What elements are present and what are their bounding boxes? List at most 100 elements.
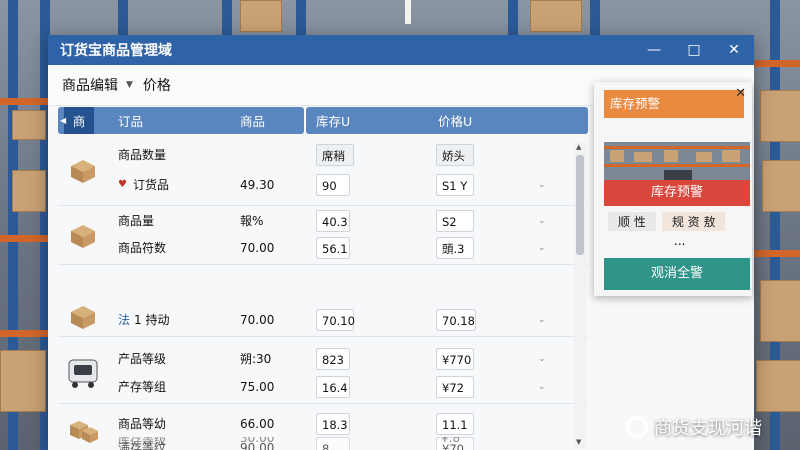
stock-alert-panel: 库存预警 ✕ 库存预警 顺 性 规 资 敖 ... 观消全警 (594, 82, 752, 296)
rack-beam (750, 60, 800, 67)
stock-table-header: 库存U 价格U (306, 107, 588, 134)
price-field[interactable]: ¥72 (436, 376, 474, 398)
stock-field[interactable]: 16.4 (316, 376, 350, 398)
crate (12, 110, 46, 140)
crate (530, 0, 582, 32)
alert-tags: 顺 性 规 资 敖 (608, 212, 726, 231)
crate (240, 0, 282, 32)
stock-field[interactable]: 18.3 (316, 413, 350, 435)
table-scrollbar[interactable]: ▲ ▼ (574, 143, 586, 448)
scroll-down-icon[interactable]: ▼ (576, 438, 581, 446)
ceiling-light (405, 0, 411, 24)
rack-beam (0, 235, 50, 242)
more-indicator: ... (674, 234, 686, 248)
product-value: 49.30 (240, 178, 275, 192)
watermark: 商货支现河谐 (626, 414, 762, 440)
row-divider (58, 205, 588, 206)
crate (762, 160, 800, 212)
crate (0, 350, 46, 412)
chevron-down-icon[interactable]: ⌄ (538, 243, 546, 253)
menu-product-edit[interactable]: 商品编辑 (62, 75, 118, 95)
box-icon (71, 225, 95, 248)
alert-tag[interactable]: 规 资 敖 (661, 212, 726, 231)
window-title: 订货宝商品管理域 (60, 43, 172, 59)
product-name: 商品等幼 (118, 417, 167, 431)
maximize-icon[interactable]: □ (674, 35, 714, 65)
col-header-order[interactable]: 订品 (118, 111, 143, 130)
view-all-alerts-button[interactable]: 观消全警 (604, 258, 750, 290)
col-header-stock[interactable]: 库存U (316, 111, 350, 130)
product-name: 商品数量 (118, 148, 167, 162)
crate (12, 170, 46, 212)
chevron-down-icon[interactable]: ⌄ (538, 315, 546, 325)
box-icon (71, 306, 95, 329)
faded-bottom-row: 库存等级 30.00 ¥.8 (58, 437, 578, 450)
chevron-down-icon[interactable]: ▼ (126, 80, 133, 90)
caret-left-icon[interactable]: ◀ (60, 116, 66, 125)
close-icon[interactable]: ✕ (714, 35, 754, 65)
product-value: 報% (240, 214, 264, 228)
price-field: ¥.8 (441, 437, 461, 445)
menu-price[interactable]: 价格 (143, 75, 171, 95)
stock-field[interactable]: 90 (316, 174, 350, 196)
chevron-down-icon[interactable]: ⌄ (538, 216, 546, 226)
alert-tag[interactable]: 顺 性 (608, 212, 656, 231)
col-header-product[interactable]: 商品 (240, 111, 265, 130)
product-value: 30.00 (240, 437, 275, 445)
product-name: 商品量 (118, 214, 155, 228)
warehouse-photo (604, 142, 750, 184)
panel-title: 库存预警 (604, 90, 744, 118)
chevron-down-icon[interactable]: ⌄ (538, 382, 546, 392)
crate (760, 90, 800, 142)
product-value: 70.00 (240, 241, 275, 255)
product-name: 订货品 (133, 178, 170, 192)
close-icon[interactable]: ✕ (735, 86, 746, 101)
scroll-up-icon[interactable]: ▲ (576, 143, 581, 151)
minimize-icon[interactable]: — (634, 35, 674, 65)
stock-field[interactable]: 70.10 (316, 309, 355, 331)
stock-field[interactable]: 席稍 (316, 144, 354, 166)
box-icon (71, 160, 95, 183)
row-divider (58, 264, 588, 265)
product-name: 商品符数 (118, 241, 167, 255)
rack-beam (750, 250, 800, 257)
price-field[interactable]: S1 Y (436, 174, 474, 196)
crate (756, 360, 800, 412)
product-grid: 商品数量 席稍 娇头 ♥ 订货品 49.30 90 S1 Y ⌄ 商品量 報% … (58, 138, 588, 450)
scrollbar-thumb[interactable] (576, 155, 584, 255)
product-value: 75.00 (240, 380, 275, 394)
product-prefix: 法 (118, 313, 131, 327)
stock-field[interactable]: 56.1 (316, 237, 350, 259)
watermark-text: 商货支现河谐 (654, 418, 762, 439)
product-name: 产品等级 (118, 352, 167, 366)
row-divider (58, 403, 588, 404)
product-name: 库存等级 (118, 437, 167, 447)
product-value: 66.00 (240, 417, 275, 431)
shield-icon: ♥ (118, 179, 127, 190)
price-field[interactable]: ¥770 (436, 348, 474, 370)
price-field[interactable]: S2 ↑ (436, 210, 474, 251)
product-name: 1 持动 (134, 313, 170, 327)
chevron-down-icon[interactable]: ⌄ (538, 180, 546, 190)
price-field[interactable]: 70.18 (436, 309, 476, 331)
watermark-logo-icon (626, 416, 648, 438)
price-field[interactable]: 娇头 (436, 144, 474, 166)
price-field[interactable]: 頭.3 (436, 237, 474, 259)
crate (760, 280, 800, 342)
product-value: 朔:30 (240, 352, 272, 366)
alert-banner[interactable]: 库存预警 (604, 180, 750, 206)
price-field[interactable]: 11.1 (436, 413, 474, 435)
product-value: 70.00 (240, 313, 275, 327)
title-bar: 订货宝商品管理域 — □ ✕ (48, 35, 754, 65)
product-name: 产存等组 (118, 380, 167, 394)
rack-beam (0, 98, 50, 105)
stock-field[interactable]: 40.3 (316, 210, 350, 232)
header-tag[interactable]: 商 (64, 107, 94, 134)
col-header-price[interactable]: 价格U (438, 111, 472, 130)
chevron-down-icon[interactable]: ⌄ (538, 354, 546, 364)
stock-field[interactable]: 823 (316, 348, 350, 370)
row-divider (58, 336, 588, 337)
robot-cart-icon (68, 359, 98, 388)
rack-beam (0, 330, 50, 337)
product-table-header: ◀ 商 订品 商品 (58, 107, 304, 134)
